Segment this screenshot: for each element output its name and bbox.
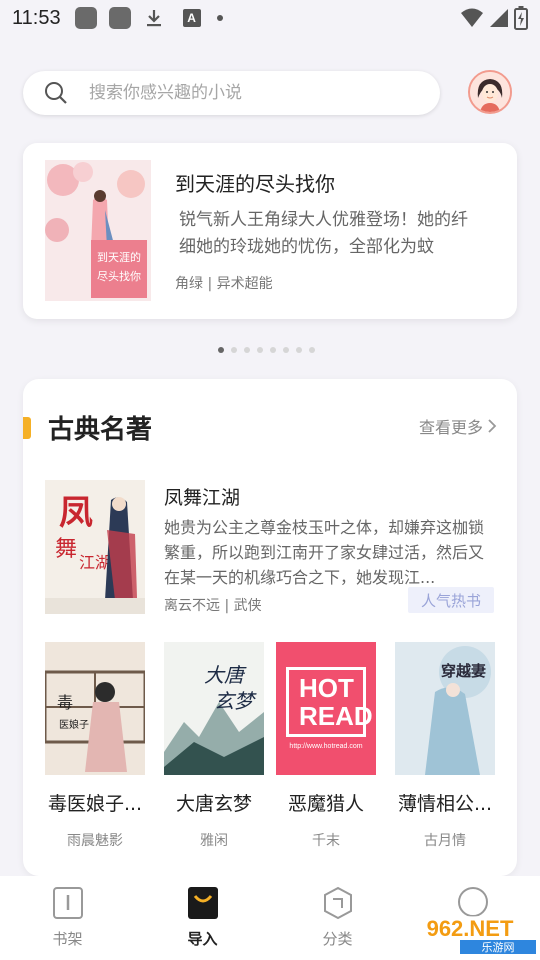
section-accent-bar [23, 417, 31, 439]
carousel-indicator[interactable] [218, 347, 315, 353]
chevron-right-icon [488, 419, 497, 433]
carousel-dot[interactable] [218, 347, 224, 353]
font-icon: A [182, 9, 201, 27]
carousel-dot[interactable] [283, 347, 289, 353]
avatar[interactable] [468, 70, 512, 114]
carousel-dot[interactable] [309, 347, 315, 353]
carousel-dot[interactable] [231, 347, 237, 353]
carousel-dot[interactable] [257, 347, 263, 353]
nav-bookshelf[interactable]: 书架 [0, 876, 135, 960]
book-author: 千末 [312, 833, 340, 849]
watermark-text: 962.NET [427, 916, 514, 941]
nav-label[interactable]: 分类 [322, 928, 352, 949]
book-card[interactable]: HOT READ http://www.hotread.com 恶魔猎人 千末 [276, 642, 376, 850]
wifi-icon [461, 8, 483, 27]
signal-icon [490, 9, 508, 27]
bag-icon [187, 887, 218, 919]
book-cover-text: 医娘子 [59, 718, 89, 731]
banner-card[interactable]: 到天涯的 尽头找你 到天涯的尽头找你 锐气新人王角绿大人优雅登场！她的纤细她的玲… [23, 143, 517, 319]
banner-description: 锐气新人王角绿大人优雅登场！她的纤细她的玲珑她的忧伤，全部化为蚊 [179, 210, 468, 257]
nav-label[interactable]: 导入 [187, 928, 217, 949]
search-icon [45, 82, 67, 104]
banner-book-cover[interactable]: 到天涯的 尽头找你 [45, 160, 151, 301]
book-card[interactable]: 穿越妻 薄情相公... 古月情 [395, 642, 495, 850]
book-card[interactable]: 毒 医娘子 毒医娘子... 雨晨魅影 [45, 642, 145, 850]
book-title[interactable]: 恶魔猎人 [276, 789, 376, 816]
featured-book-description: 她贵为公主之尊金枝玉叶之体，却嫌弃这枷锁繁重，所以跑到江南开了家女肆过活，然后又… [164, 518, 485, 587]
book-cover-text: 毒 [57, 693, 73, 712]
book-cover[interactable]: 穿越妻 [395, 642, 495, 775]
featured-book-meta: 离云不远 | 武侠 [164, 598, 262, 614]
featured-cover-char-2: 舞 [55, 537, 77, 562]
book-author: 古月情 [424, 833, 466, 849]
nav-category[interactable]: 分类 [270, 876, 405, 960]
book-grid: 毒 医娘子 毒医娘子... 雨晨魅影 大唐 玄梦 大唐玄梦 雅闲 HOT REA… [23, 642, 517, 862]
battery-icon [514, 6, 528, 30]
banner-cover-text-2: 尽头找你 [97, 269, 141, 283]
banner-meta: 角绿 | 异术超能 [175, 276, 273, 292]
book-cover-text: 大唐 [204, 663, 247, 687]
app-notification-icon [74, 7, 97, 29]
search-input[interactable] [89, 83, 389, 103]
app-notification-icon-2 [108, 7, 131, 29]
search-bar[interactable] [23, 71, 440, 115]
see-more-label[interactable]: 查看更多 [419, 414, 483, 438]
category-icon [323, 886, 352, 920]
classics-section: 古典名著 查看更多 凤 舞 江湖 凤舞江湖 她贵为公主之尊金枝玉叶之体，却嫌弃这… [23, 379, 517, 876]
book-cover[interactable]: 毒 医娘子 [45, 642, 145, 775]
watermark-logo: 962.NET 乐游网 [404, 916, 536, 954]
watermark-sub: 乐游网 [482, 941, 515, 954]
section-title: 古典名著 [48, 415, 153, 445]
book-cover-text: 玄梦 [214, 689, 257, 713]
book-title[interactable]: 毒医娘子... [45, 789, 145, 816]
featured-book-cover[interactable]: 凤 舞 江湖 [45, 480, 145, 614]
status-time: 11:53 [12, 6, 61, 29]
book-cover[interactable]: HOT READ http://www.hotread.com [276, 642, 376, 775]
banner-cover-text-1: 到天涯的 [97, 250, 141, 264]
more-notifications-icon [216, 15, 223, 21]
carousel-dot[interactable] [296, 347, 302, 353]
book-card[interactable]: 大唐 玄梦 大唐玄梦 雅闲 [164, 642, 264, 850]
book-author: 雅闲 [200, 833, 228, 849]
nav-import[interactable]: 导入 [135, 876, 270, 960]
book-author: 雨晨魅影 [67, 833, 123, 849]
nav-label[interactable]: 书架 [52, 928, 82, 949]
see-more-link[interactable]: 查看更多 [419, 414, 497, 438]
book-cover[interactable]: 大唐 玄梦 [164, 642, 264, 775]
book-cover-text: 穿越妻 [441, 662, 486, 680]
book-title[interactable]: 大唐玄梦 [164, 789, 264, 816]
book-title[interactable]: 薄情相公... [395, 789, 495, 816]
featured-cover-char-3: 江湖 [79, 553, 111, 572]
status-bar: 11:53 A [0, 0, 540, 36]
carousel-dot[interactable] [244, 347, 250, 353]
carousel-dot[interactable] [270, 347, 276, 353]
hot-read-logo: HOT READ [286, 667, 373, 737]
avatar-face-icon [470, 72, 510, 112]
featured-cover-char-1: 凤 [59, 493, 93, 533]
book-icon [52, 887, 83, 919]
hot-read-url: http://www.hotread.com [289, 743, 363, 750]
hot-badge: 人气热书 [408, 587, 494, 613]
banner-title[interactable]: 到天涯的尽头找你 [175, 168, 335, 197]
download-icon [146, 10, 161, 27]
featured-book-title[interactable]: 凤舞江湖 [164, 483, 240, 510]
